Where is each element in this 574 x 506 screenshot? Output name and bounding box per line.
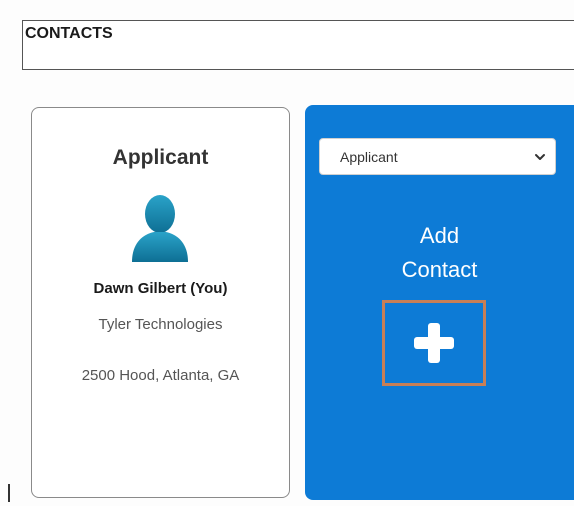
person-silhouette-icon — [132, 195, 188, 262]
contact-name: Dawn Gilbert (You) — [93, 280, 228, 297]
contacts-section-header: CONTACTS — [22, 20, 574, 70]
contacts-page: CONTACTS Applicant Dawn Gilbert (You) Ty… — [0, 0, 574, 506]
chevron-down-icon — [535, 154, 545, 160]
card-title: Applicant — [112, 146, 209, 169]
applicant-contact-card[interactable]: Applicant Dawn Gilbert (You) Tyler Techn… — [31, 107, 290, 498]
plus-icon — [414, 323, 454, 363]
add-contact-card[interactable]: Applicant Add Contact — [305, 105, 574, 500]
divider — [8, 484, 10, 502]
add-contact-button[interactable] — [382, 300, 486, 386]
contact-company: Tyler Technologies — [98, 316, 223, 333]
add-contact-label-line1: Add — [419, 223, 460, 248]
contact-type-select[interactable]: Applicant — [319, 138, 556, 175]
contact-type-select-value: Applicant — [340, 149, 398, 165]
contact-address: 2500 Hood, Atlanta, GA — [81, 367, 240, 384]
add-contact-label-line2: Contact — [401, 257, 478, 282]
contacts-title: CONTACTS — [25, 25, 113, 42]
